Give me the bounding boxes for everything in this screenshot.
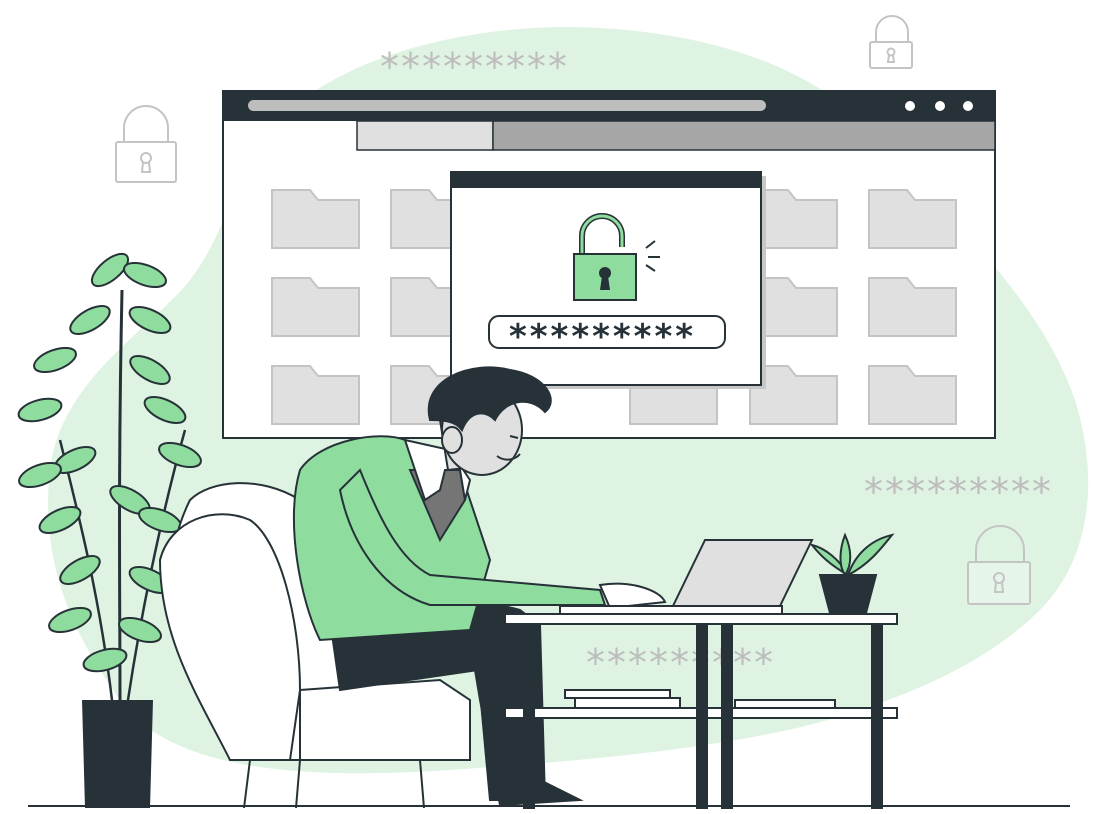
leaf <box>69 305 111 335</box>
dialog-title-bar <box>451 172 761 188</box>
illustration: ********* ********* ********* ********* <box>17 15 1089 809</box>
address-bar[interactable] <box>248 100 766 111</box>
browser-tab-active[interactable] <box>356 120 494 151</box>
padlock-outline-icon <box>115 105 177 183</box>
plant-pot <box>82 700 153 808</box>
password-mask-text: ********* <box>509 317 696 357</box>
leaf <box>33 346 77 374</box>
leaf <box>123 261 167 289</box>
window-dot-icon[interactable] <box>935 101 945 111</box>
book-stack <box>734 699 836 709</box>
browser-tab-bar <box>492 120 996 151</box>
window-dot-icon[interactable] <box>963 101 973 111</box>
book-stack <box>564 689 671 699</box>
book-stack <box>574 697 681 709</box>
leaf <box>17 397 63 423</box>
password-stars-decor: ********* <box>864 470 1053 514</box>
password-dialog: ********* <box>450 171 766 389</box>
window-dot-icon[interactable] <box>905 101 915 111</box>
password-stars-decor: ********* <box>380 45 569 89</box>
password-stars-decor: ********* <box>586 641 775 685</box>
padlock-outline-icon <box>869 15 913 69</box>
